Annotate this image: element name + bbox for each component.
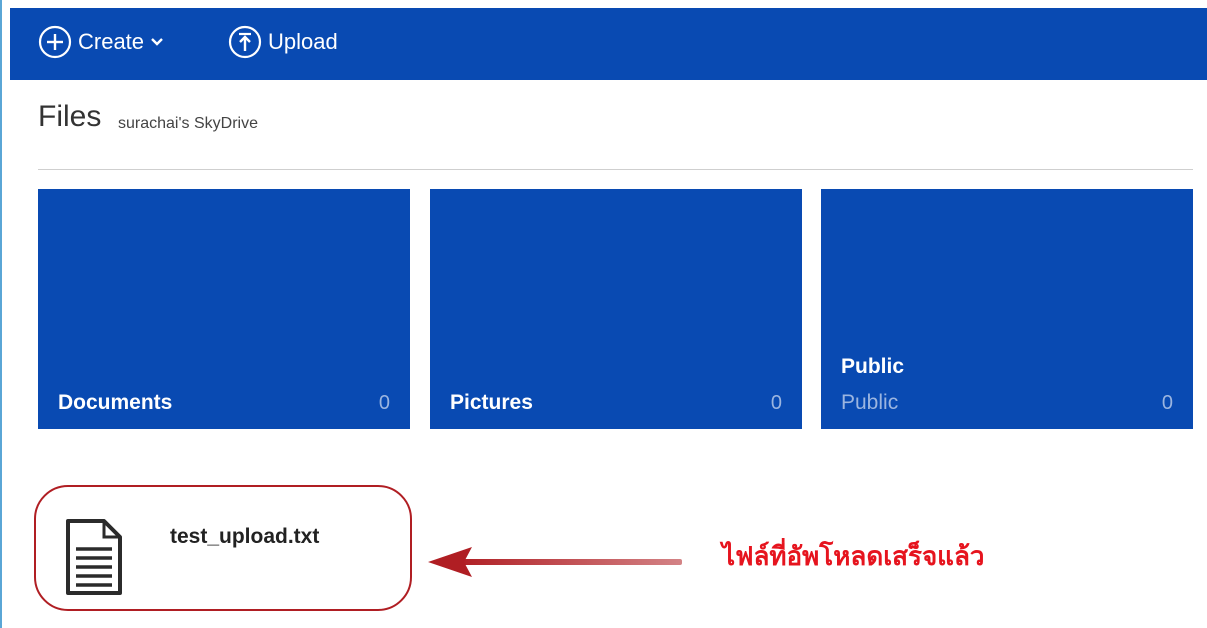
page-title: Files [38, 100, 102, 133]
folder-subtitle: Public [841, 391, 899, 414]
folder-count: 0 [770, 392, 782, 414]
folder-count: 0 [378, 392, 390, 414]
plus-circle-icon [38, 25, 72, 59]
upload-circle-icon [228, 25, 262, 59]
command-bar: Create Upload [10, 8, 1207, 80]
file-item-test-upload[interactable]: test_upload.txt [60, 505, 390, 605]
upload-label: Upload [268, 29, 338, 54]
folder-tile-pictures[interactable]: Pictures 0 [430, 189, 802, 429]
upload-button[interactable]: Upload [228, 20, 338, 64]
header-divider [38, 169, 1193, 170]
annotation-text: ไฟล์ที่อัพโหลดเสร็จแล้ว [722, 542, 985, 572]
annotation-arrow-icon [428, 547, 682, 577]
text-file-icon [66, 519, 122, 595]
breadcrumb-drive-name[interactable]: surachai's SkyDrive [118, 115, 258, 133]
folder-tile-public[interactable]: Public Public 0 [821, 189, 1193, 429]
file-name: test_upload.txt [170, 525, 320, 548]
chevron-down-icon [151, 38, 163, 46]
create-label: Create [78, 29, 145, 54]
folder-name: Documents [58, 391, 173, 414]
create-button[interactable]: Create [38, 20, 164, 64]
folder-name: Pictures [450, 391, 533, 414]
folder-count: 0 [1161, 392, 1173, 414]
folder-name: Public [841, 355, 905, 378]
folder-tile-documents[interactable]: Documents 0 [38, 189, 410, 429]
